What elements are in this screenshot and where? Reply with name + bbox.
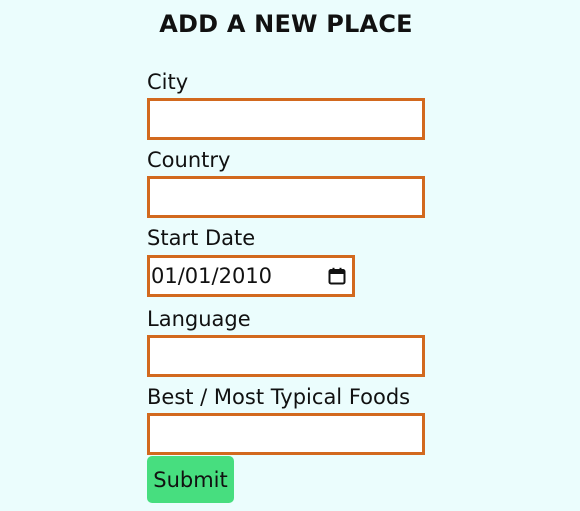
country-label: Country (147, 148, 231, 172)
start-date-label: Start Date (147, 226, 256, 250)
language-input[interactable] (147, 335, 425, 377)
start-date-input[interactable]: 01/01/2010 (147, 255, 355, 297)
city-label: City (147, 70, 189, 94)
language-label: Language (147, 307, 251, 331)
foods-input[interactable] (147, 413, 425, 455)
city-input[interactable] (147, 98, 425, 140)
calendar-icon[interactable] (328, 267, 346, 285)
page-title: ADD A NEW PLACE (159, 10, 413, 38)
country-input[interactable] (147, 176, 425, 218)
start-date-value: 01/01/2010 (151, 264, 273, 288)
foods-label: Best / Most Typical Foods (147, 385, 411, 409)
submit-button[interactable]: Submit (147, 456, 234, 503)
